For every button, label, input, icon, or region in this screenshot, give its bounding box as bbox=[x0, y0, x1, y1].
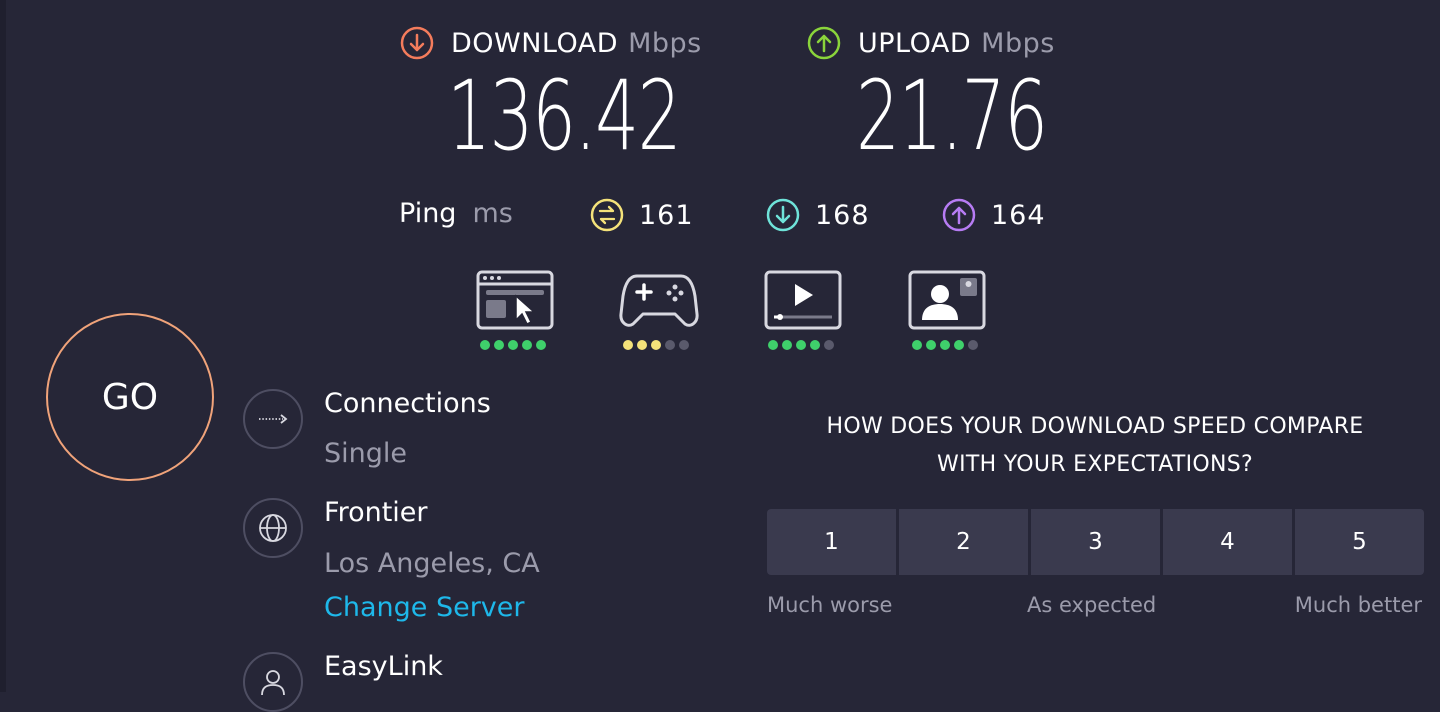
rating-dot-filled bbox=[926, 340, 936, 350]
ping-idle-value: 161 bbox=[639, 199, 694, 231]
ping-upload-value: 164 bbox=[991, 199, 1046, 231]
web-browsing-rating bbox=[476, 270, 554, 350]
rating-dot-filled bbox=[810, 340, 820, 350]
ping-unit: ms bbox=[472, 198, 513, 229]
rating-option-2[interactable]: 2 bbox=[899, 509, 1028, 575]
idle-latency-icon bbox=[590, 198, 624, 232]
rating-dots bbox=[912, 340, 986, 350]
ping-idle: 161 bbox=[589, 197, 694, 233]
rating-dots bbox=[768, 340, 842, 350]
rating-dot-filled bbox=[768, 340, 778, 350]
rating-dot-empty bbox=[824, 340, 834, 350]
survey-question-line2: WITH YOUR EXPECTATIONS? bbox=[937, 452, 1253, 477]
ping-label-group: Ping ms bbox=[399, 198, 513, 229]
upload-latency-icon bbox=[942, 198, 976, 232]
rating-dot-filled bbox=[796, 340, 806, 350]
gaming-rating bbox=[619, 270, 699, 350]
rating-dot-filled bbox=[508, 340, 518, 350]
server-provider: Frontier bbox=[324, 497, 428, 528]
rating-option-1[interactable]: 1 bbox=[767, 509, 896, 575]
web-browsing-icon bbox=[476, 270, 554, 330]
connections-toggle[interactable] bbox=[243, 389, 303, 449]
rating-dot-filled bbox=[912, 340, 922, 350]
connections-title: Connections bbox=[324, 388, 491, 419]
download-label: DOWNLOAD bbox=[451, 27, 619, 59]
ping-upload: 164 bbox=[941, 197, 1046, 233]
scale-low-label: Much worse bbox=[767, 593, 893, 617]
download-arrow-icon bbox=[400, 26, 434, 60]
rating-dot-filled bbox=[623, 340, 633, 350]
download-header: DOWNLOAD Mbps bbox=[400, 26, 702, 60]
host-avatar bbox=[243, 652, 303, 712]
scale-high-label: Much better bbox=[1294, 593, 1422, 617]
change-server-link[interactable]: Change Server bbox=[324, 592, 525, 623]
video-streaming-rating bbox=[764, 270, 842, 350]
rating-dots bbox=[623, 340, 699, 350]
video-streaming-icon bbox=[764, 270, 842, 330]
download-speed-value: 136.42 bbox=[447, 60, 682, 172]
rating-dot-empty bbox=[665, 340, 675, 350]
ping-download-value: 168 bbox=[815, 199, 870, 231]
rating-dot-filled bbox=[954, 340, 964, 350]
rating-dot-filled bbox=[480, 340, 490, 350]
survey-question-line1: HOW DOES YOUR DOWNLOAD SPEED COMPARE bbox=[826, 414, 1364, 439]
ping-download: 168 bbox=[765, 197, 870, 233]
panel-edge bbox=[0, 0, 6, 692]
rating-dot-filled bbox=[782, 340, 792, 350]
gaming-icon bbox=[619, 274, 699, 327]
rating-scale: 1 2 3 4 5 bbox=[767, 509, 1424, 575]
rating-dots bbox=[480, 340, 554, 350]
rating-option-4[interactable]: 4 bbox=[1163, 509, 1292, 575]
user-icon bbox=[261, 670, 285, 696]
rating-option-3[interactable]: 3 bbox=[1031, 509, 1160, 575]
upload-unit: Mbps bbox=[981, 27, 1055, 59]
upload-label: UPLOAD bbox=[858, 27, 972, 59]
server-location: Los Angeles, CA bbox=[324, 548, 540, 579]
upload-speed-value: 21.76 bbox=[856, 60, 1048, 172]
globe-icon bbox=[259, 514, 287, 542]
video-chat-rating bbox=[908, 270, 986, 350]
server-globe bbox=[243, 498, 303, 558]
host-title: EasyLink bbox=[324, 651, 443, 682]
video-chat-icon bbox=[908, 270, 986, 330]
rating-dot-filled bbox=[522, 340, 532, 350]
survey-question: HOW DOES YOUR DOWNLOAD SPEED COMPARE WIT… bbox=[770, 408, 1420, 484]
upload-arrow-icon bbox=[807, 26, 841, 60]
download-latency-icon bbox=[766, 198, 800, 232]
connections-arrow-icon bbox=[259, 414, 288, 424]
rating-dot-filled bbox=[940, 340, 950, 350]
connections-value: Single bbox=[324, 438, 408, 469]
rating-dot-filled bbox=[494, 340, 504, 350]
scale-mid-label: As expected bbox=[1027, 593, 1157, 617]
go-button-label: GO bbox=[101, 376, 159, 418]
rating-dot-filled bbox=[637, 340, 647, 350]
rating-dot-empty bbox=[968, 340, 978, 350]
go-button[interactable]: GO bbox=[46, 313, 214, 481]
rating-dot-filled bbox=[536, 340, 546, 350]
download-unit: Mbps bbox=[628, 27, 702, 59]
rating-dot-empty bbox=[679, 340, 689, 350]
upload-header: UPLOAD Mbps bbox=[807, 26, 1055, 60]
rating-option-5[interactable]: 5 bbox=[1295, 509, 1424, 575]
rating-dot-filled bbox=[651, 340, 661, 350]
ping-label: Ping bbox=[399, 198, 457, 229]
